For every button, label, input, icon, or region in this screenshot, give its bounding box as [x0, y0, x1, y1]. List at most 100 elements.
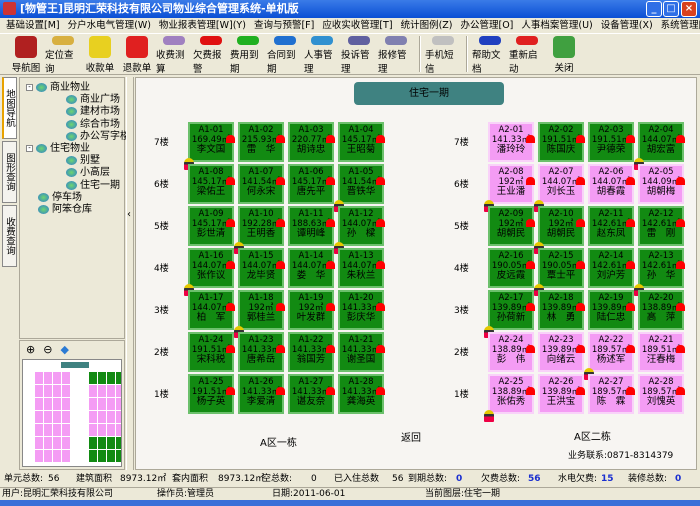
unit-cell[interactable]: A1-13 144.07㎡ 朱秋兰 — [338, 248, 385, 288]
unit-cell[interactable]: A2-18 139.89㎡林 勇 — [538, 290, 585, 330]
menu-item[interactable]: 系统管理[S] — [661, 18, 700, 33]
toolbar-button-complaint[interactable]: 投诉管理 — [341, 34, 377, 75]
unit-cell[interactable]: A1-14 144.07㎡娄 华 — [288, 248, 335, 288]
unit-cell[interactable]: A1-18 192㎡ 郭桂兰 — [234, 290, 285, 338]
splitter[interactable]: ‹ — [126, 77, 134, 470]
menu-item[interactable]: 办公管理[O] — [460, 18, 513, 33]
unit-cell[interactable]: A1-21 141.33㎡ 谢圣国 — [338, 332, 385, 372]
toolbar-button-receipt[interactable]: 收款单 — [82, 34, 118, 75]
unit-cell[interactable]: A1-06 145.17㎡ 唐先平 — [288, 164, 335, 204]
unit-cell[interactable]: A1-23 141.33㎡ 唐希岳 — [238, 332, 285, 372]
toolbar-button-users[interactable]: 人事管理 — [304, 34, 340, 75]
toolbar-button-blue-alarm[interactable]: 合同到期 — [267, 34, 303, 75]
expander-icon[interactable]: - — [26, 84, 33, 91]
unit-cell[interactable]: A1-15 144.07㎡ 龙毕贤 — [238, 248, 285, 288]
maximize-button[interactable]: □ — [663, 1, 679, 17]
unit-cell[interactable]: A1-25 191.51㎡ 杨子英 — [188, 374, 235, 414]
unit-cell[interactable]: A2-23 139.89㎡ 向绪云 — [538, 332, 585, 372]
toolbar-button-refund[interactable]: 退款单 — [119, 34, 155, 75]
unit-cell[interactable]: A2-14 142.61㎡ 刘沪芳 — [588, 248, 635, 288]
unit-cell[interactable]: A2-19 139.89㎡ 陆仁忠 — [588, 290, 635, 330]
zoom-in-icon[interactable]: ⊕ — [26, 343, 35, 356]
unit-cell[interactable]: A1-08 145.17㎡ 梁佑王 — [188, 164, 235, 204]
unit-cell[interactable]: A2-17 139.89㎡ 孙荷新 — [484, 290, 535, 338]
unit-cell[interactable]: A2-10 192㎡ 胡朝民 — [534, 206, 585, 254]
unit-cell[interactable]: A1-09 145.17㎡ 彭世清 — [188, 206, 235, 246]
unit-cell[interactable]: A1-03 220.77㎡ 胡诗忠 — [288, 122, 335, 162]
toolbar-button-sms[interactable]: 手机短信 — [425, 34, 461, 75]
expander-icon[interactable]: - — [26, 145, 33, 152]
unit-cell[interactable]: A2-06 144.07㎡ 胡春霞 — [588, 164, 635, 204]
unit-cell[interactable]: A2-01 141.33㎡ 潘玲玲 — [488, 122, 535, 162]
unit-cell[interactable]: A2-09 192㎡ 胡朝民 — [488, 206, 535, 246]
unit-cell[interactable]: A2-27 189.57㎡陈 霖 — [588, 374, 635, 414]
unit-cell[interactable]: A2-25 138.89㎡ 张佑秀 — [484, 374, 535, 422]
unit-cell[interactable]: A1-26 141.33㎡ 李爱清 — [238, 374, 285, 414]
back-link[interactable]: 返回 — [401, 429, 421, 444]
tree-node[interactable]: 综合市场 — [66, 118, 120, 131]
toolbar-button-magnifier[interactable]: 定位查询 — [45, 34, 81, 75]
unit-cell[interactable]: A1-04 145.17㎡ 王昭菊 — [338, 122, 385, 162]
unit-cell[interactable]: A2-02 191.51㎡ 陈国庆 — [538, 122, 585, 162]
menu-item[interactable]: 查询与预警[F] — [254, 18, 314, 33]
tree-node[interactable]: 办公写字楼 — [66, 130, 130, 143]
unit-cell[interactable]: A2-05 144.09㎡ 胡朝梅 — [638, 164, 685, 204]
unit-cell[interactable]: A2-20 138.89㎡高 萍 — [638, 290, 685, 330]
tree-node[interactable]: - 商业物业 — [26, 81, 90, 94]
unit-cell[interactable]: A1-24 191.51㎡ 宋科税 — [188, 332, 235, 372]
close-button[interactable]: × — [681, 1, 697, 17]
tree-node[interactable]: 别墅 — [66, 154, 100, 167]
vertical-tab[interactable]: 地图导航 — [2, 77, 17, 139]
unit-cell[interactable]: A2-24 138.89㎡彭 伟 — [488, 332, 535, 372]
unit-cell[interactable]: A1-20 141.33㎡ 彭庆华 — [338, 290, 385, 330]
unit-cell[interactable]: A2-21 189.51㎡ 汪春梅 — [638, 332, 685, 372]
menu-item[interactable]: 应收实收管理[T] — [322, 18, 392, 33]
unit-cell[interactable]: A1-19 192㎡ 叶发群 — [288, 290, 335, 330]
unit-cell[interactable]: A2-08 192㎡ 王业潘 — [484, 164, 535, 212]
unit-cell[interactable]: A2-15 190.05㎡ 覃士平 — [534, 248, 585, 296]
unit-cell[interactable]: A1-17 144.07㎡柏 军 — [188, 290, 235, 330]
unit-cell[interactable]: A1-12 144.07㎡孙 樑 — [334, 206, 385, 254]
unit-cell[interactable]: A2-12 142.61㎡雷 刚 — [638, 206, 685, 246]
unit-cell[interactable]: A1-22 141.33㎡ 翁国芳 — [288, 332, 335, 372]
unit-cell[interactable]: A1-27 141.33㎡ 谌友奈 — [288, 374, 335, 414]
menu-item[interactable]: 人事档案管理(U) — [521, 18, 592, 33]
tree-node[interactable]: 小高层 — [66, 166, 110, 179]
menu-item[interactable]: 统计图例(Z) — [401, 18, 453, 33]
tree-node[interactable]: - 住宅物业 — [26, 142, 90, 155]
toolbar-button-exit[interactable]: 关闭 — [546, 34, 582, 75]
unit-cell[interactable]: A2-11 142.61㎡ 赵东凤 — [588, 206, 635, 246]
menu-item[interactable]: 设备管理(X) — [601, 18, 653, 33]
toolbar-button-calculator[interactable]: 收费测算 — [156, 34, 192, 75]
unit-cell[interactable]: A1-01 169.49㎡ 李文国 — [184, 122, 235, 170]
toolbar-button-sitemap[interactable]: 导航图 — [8, 34, 44, 75]
unit-cell[interactable]: A1-07 141.54㎡ 何永宋 — [238, 164, 285, 204]
toolbar-button-help[interactable]: 帮助文档 — [472, 34, 508, 75]
unit-cell[interactable]: A2-03 191.51㎡ 尹德荣 — [588, 122, 635, 162]
fit-view-icon[interactable]: ◆ — [60, 343, 68, 356]
collapse-arrow-icon[interactable]: ‹ — [127, 209, 131, 220]
toolbar-button-restart[interactable]: 重新启动 — [509, 34, 545, 75]
vertical-tab[interactable]: 图形查询 — [2, 141, 17, 203]
unit-cell[interactable]: A2-28 189.57㎡ 刘愧英 — [638, 374, 685, 414]
zoom-out-icon[interactable]: ⊖ — [43, 343, 52, 356]
unit-cell[interactable]: A2-16 190.05㎡ 皮远霞 — [488, 248, 535, 288]
minimize-button[interactable]: _ — [646, 1, 662, 17]
menu-item[interactable]: 物业报表管理[W](Y) — [159, 18, 246, 33]
unit-cell[interactable]: A2-04 144.07㎡ 胡宏富 — [634, 122, 685, 170]
toolbar-button-green-alarm[interactable]: 费用到期 — [230, 34, 266, 75]
unit-cell[interactable]: A1-10 192.28㎡ 王明香 — [234, 206, 285, 254]
unit-cell[interactable]: A1-05 141.54㎡ 晋铁华 — [334, 164, 385, 212]
unit-cell[interactable]: A2-22 189.57㎡ 杨述军 — [584, 332, 635, 380]
toolbar-button-repair[interactable]: 报修管理 — [378, 34, 414, 75]
unit-cell[interactable]: A1-02 215.93㎡雷 华 — [238, 122, 285, 162]
vertical-tab[interactable]: 收费查询 — [2, 205, 17, 267]
unit-cell[interactable]: A1-28 141.33㎡ 龚海英 — [338, 374, 385, 414]
menu-item[interactable]: 分户水电气管理(W) — [68, 18, 151, 33]
tree-node[interactable]: 停车场 — [38, 191, 82, 204]
unit-cell[interactable]: A1-16 144.07㎡ 张作议 — [184, 248, 235, 296]
unit-cell[interactable]: A2-26 139.89㎡ 王洪宝 — [538, 374, 585, 414]
minimap-view[interactable] — [22, 359, 122, 467]
toolbar-button-red-alarm[interactable]: 欠费报警 — [193, 34, 229, 75]
unit-cell[interactable]: A2-07 144.07㎡ 刘长玉 — [534, 164, 585, 212]
